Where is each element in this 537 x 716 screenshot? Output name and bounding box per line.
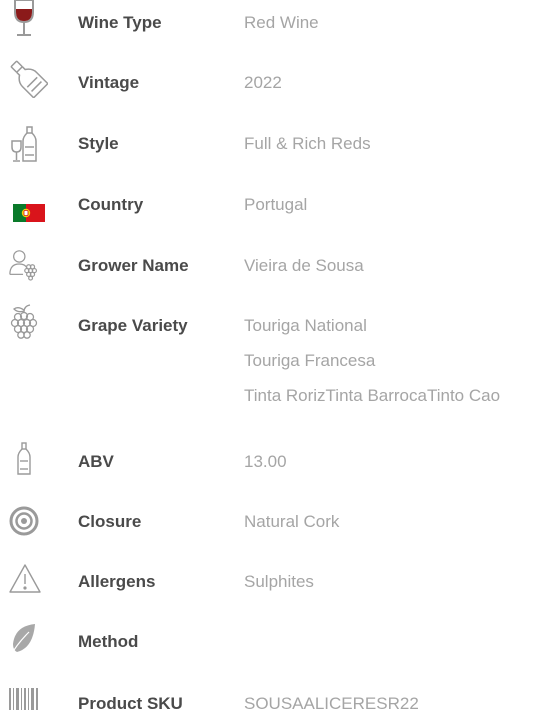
spec-value: Red Wine [244, 13, 319, 32]
spec-value: 2022 [244, 73, 282, 92]
spec-label: Wine Type [78, 13, 162, 32]
spec-row-style: Style Full & Rich Reds [0, 126, 537, 189]
spec-row-product-sku: Product SKU SOUSAALICERESR22 [0, 688, 537, 716]
grape-variety-item: Touriga Francesa [244, 351, 376, 370]
spec-value: Natural Cork [244, 512, 340, 531]
spec-row-grower-name: Grower Name Vieira de Sousa [0, 250, 537, 311]
spec-row-grape-variety: Grape Variety Touriga National Touriga F… [0, 304, 537, 431]
spec-label: Grape Variety [78, 316, 188, 335]
wine-bottle-icon [8, 58, 48, 98]
spec-label: Vintage [78, 73, 140, 92]
leaf-icon [8, 623, 40, 656]
barcode-icon [8, 683, 40, 715]
product-spec-list: Wine Type Red Wine Vintage 2022 Style Fu… [0, 0, 537, 716]
cork-target-icon [8, 505, 40, 537]
spec-label: ABV [78, 452, 114, 471]
spec-label: Grower Name [78, 256, 189, 275]
wine-glass-icon [8, 0, 40, 36]
portugal-flag-icon [12, 202, 46, 224]
spec-row-allergens: Allergens Sulphites [0, 564, 537, 627]
spec-label: Product SKU [78, 694, 183, 713]
spec-label: Allergens [78, 572, 156, 591]
spec-label: Style [78, 134, 119, 153]
spec-value: Full & Rich Reds [244, 134, 371, 153]
grape-variety-list: Touriga National Touriga Francesa Tinta … [244, 315, 500, 420]
spec-value: SOUSAALICERESR22 [244, 694, 419, 713]
spec-label: Country [78, 195, 144, 214]
spec-row-vintage: Vintage 2022 [0, 60, 537, 128]
grape-variety-item: Tinta RorizTinta BarrocaTinto Cao [244, 386, 501, 405]
warning-triangle-icon [8, 563, 42, 595]
spec-row-method: Method [0, 624, 537, 687]
spec-label: Closure [78, 512, 142, 531]
spec-row-closure: Closure Natural Cork [0, 505, 537, 567]
spec-value: Vieira de Sousa [244, 256, 364, 275]
grower-icon [8, 245, 40, 283]
spec-row-country: Country Portugal [0, 190, 537, 250]
grapes-icon [8, 303, 40, 341]
spec-value: 13.00 [244, 452, 287, 471]
grape-variety-item: Touriga National [244, 316, 367, 335]
bottle-and-glass-icon [8, 125, 40, 165]
spec-value: Sulphites [244, 572, 314, 591]
spec-row-abv: ABV 13.00 [0, 442, 537, 507]
spec-label: Method [78, 632, 139, 651]
bottle-icon [8, 441, 40, 477]
spec-value: Portugal [244, 195, 308, 214]
spec-row-wine-type: Wine Type Red Wine [0, 0, 537, 68]
